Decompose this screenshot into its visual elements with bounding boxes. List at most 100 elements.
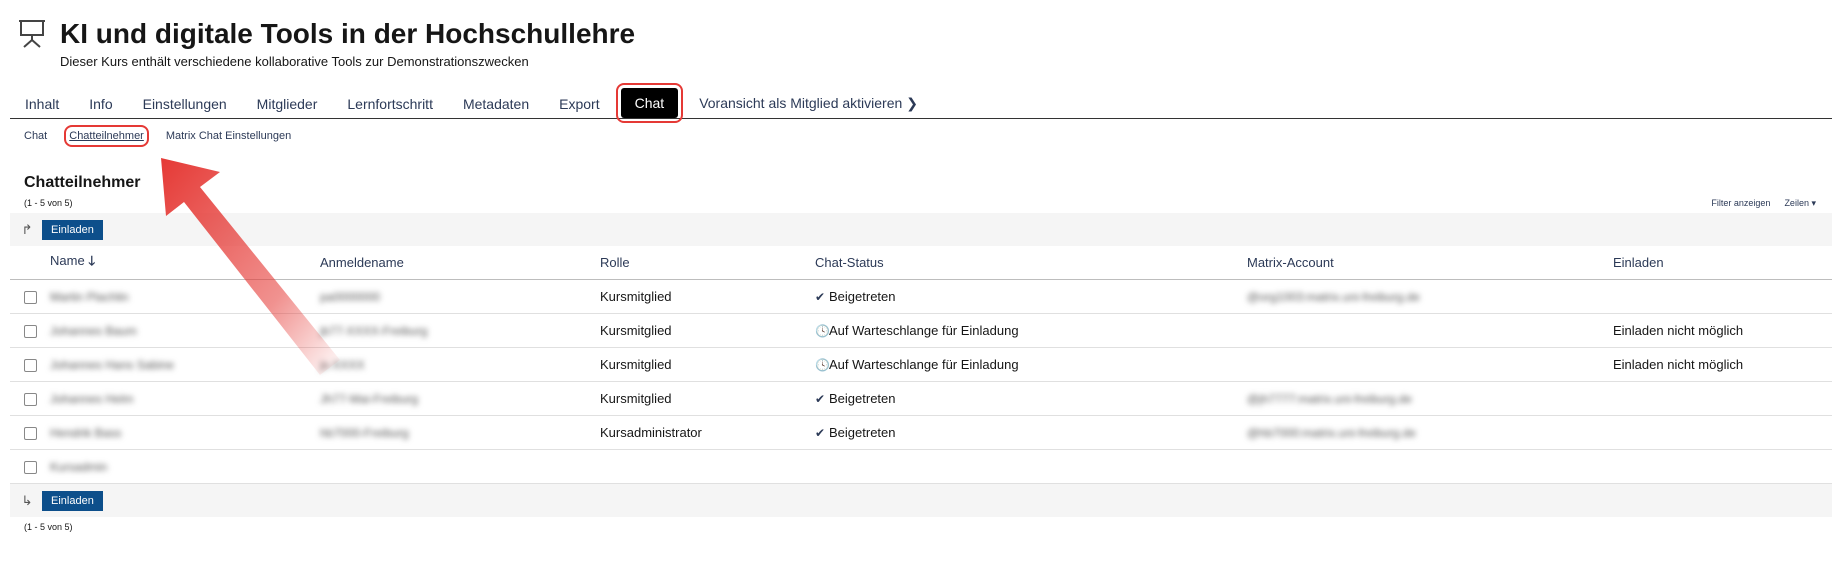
blurred-name: Johannes Baum <box>50 324 137 338</box>
blurred-name: Johannes Helm <box>50 392 134 406</box>
cell-status: ✔ Beigetreten <box>815 381 1247 416</box>
clock-icon: 🕓 <box>815 324 830 338</box>
blurred-name: Martin Plachlin <box>50 290 129 304</box>
tab-export[interactable]: Export <box>544 96 614 118</box>
cell-role: Kursmitglied <box>600 313 815 348</box>
subtab-chat[interactable]: Chat <box>24 130 47 142</box>
tab-info[interactable]: Info <box>74 96 127 118</box>
cell-invite: Einladen nicht möglich <box>1613 347 1832 382</box>
cell-status: ✔ Beigetreten <box>815 279 1247 314</box>
blurred-login: pa0000000 <box>320 290 381 304</box>
cell-matrix: @jh7777:matrix.uni-freiburg.de <box>1247 381 1613 416</box>
column-header-matrix-account[interactable]: Matrix-Account <box>1247 246 1613 280</box>
row-checkbox-cell <box>10 381 50 416</box>
status-text: Beigetreten <box>829 425 896 440</box>
cell-invite <box>1613 381 1832 416</box>
blurred-login: js-XXXX <box>320 358 365 372</box>
invite-button-bottom[interactable]: Einladen <box>42 490 103 511</box>
clock-icon: 🕓 <box>815 358 830 372</box>
cell-status <box>815 449 1247 484</box>
tab-chat[interactable]: Chat <box>615 83 684 123</box>
column-header-name-label: Name <box>50 252 85 268</box>
main-tabs: Inhalt Info Einstellungen Mitglieder Ler… <box>10 83 1832 123</box>
row-checkbox[interactable] <box>23 393 37 407</box>
action-bar-top: ↱ Einladen <box>10 213 1832 246</box>
chevron-right-icon: ❯ <box>906 95 919 111</box>
column-header-chat-status[interactable]: Chat-Status <box>815 246 1247 280</box>
cell-invite: Einladen nicht möglich <box>1613 313 1832 348</box>
arrow-up-right-icon: ↱ <box>21 221 33 237</box>
filter-toggle-link[interactable]: Filter anzeigen <box>1711 198 1770 209</box>
rows-dropdown-label: Zeilen <box>1784 198 1809 208</box>
cell-role: Kursmitglied <box>600 347 815 382</box>
blurred-login: Jh77-Mai-Freiburg <box>320 392 419 406</box>
cell-name: Hendrik Bass <box>50 415 320 450</box>
table-row: Hendrik Bass hb7000-Freiburg Kursadminis… <box>10 415 1832 450</box>
status-text: Auf Warteschlange für Einladung <box>829 323 1019 338</box>
table-row: Johannes Hans Sabine js-XXXX Kursmitglie… <box>10 347 1832 382</box>
row-checkbox-cell <box>10 279 50 314</box>
tab-einstellungen[interactable]: Einstellungen <box>128 96 242 118</box>
result-count-top: (1 - 5 von 5) <box>24 198 73 208</box>
cell-login: js-XXXX <box>320 347 600 382</box>
page-title: KI und digitale Tools in der Hochschulle… <box>60 18 636 49</box>
table-row: Kursadmin <box>10 449 1832 484</box>
sort-arrow-down-icon: 🡓 <box>88 252 96 268</box>
cell-login: hb7000-Freiburg <box>320 415 600 450</box>
header-checkbox-cell <box>10 246 50 280</box>
column-header-einladen: Einladen <box>1613 246 1832 280</box>
row-checkbox[interactable] <box>23 359 37 373</box>
column-header-name[interactable]: Name 🡓 <box>50 246 320 280</box>
cell-matrix <box>1247 347 1613 382</box>
presentation-board-icon <box>19 20 45 48</box>
cell-status: 🕓Auf Warteschlange für Einladung <box>815 347 1247 382</box>
tab-lernfortschritt[interactable]: Lernfortschritt <box>332 96 448 118</box>
table-row: Martin Plachlin pa0000000 Kursmitglied ✔… <box>10 279 1832 314</box>
status-text: Beigetreten <box>829 289 896 304</box>
result-count-bottom: (1 - 5 von 5) <box>24 522 73 532</box>
cell-invite <box>1613 449 1832 484</box>
cell-login <box>320 449 600 484</box>
row-checkbox[interactable] <box>23 291 37 305</box>
cell-name: Johannes Helm <box>50 381 320 416</box>
tab-voransicht-label: Voransicht als Mitglied aktivieren <box>699 95 903 111</box>
blurred-name: Hendrik Bass <box>50 426 122 440</box>
blurred-login: jb77-XXXX-Freiburg <box>320 324 428 338</box>
column-header-anmeldename[interactable]: Anmeldename <box>320 246 600 280</box>
arrow-down-right-icon: ↳ <box>21 492 33 508</box>
cell-login: Jh77-Mai-Freiburg <box>320 381 600 416</box>
blurred-name: Kursadmin <box>50 460 108 474</box>
tab-metadaten[interactable]: Metadaten <box>448 96 544 118</box>
blurred-login: hb7000-Freiburg <box>320 426 409 440</box>
cell-matrix <box>1247 313 1613 348</box>
status-text: Beigetreten <box>829 391 896 406</box>
cell-role: Kursmitglied <box>600 381 815 416</box>
cell-matrix <box>1247 449 1613 484</box>
row-checkbox[interactable] <box>23 427 37 441</box>
invite-button-top[interactable]: Einladen <box>42 219 103 240</box>
cell-role <box>600 449 815 484</box>
section-title: Chatteilnehmer <box>24 174 141 191</box>
row-checkbox[interactable] <box>23 461 37 475</box>
subtab-matrix-chat-einstellungen[interactable]: Matrix Chat Einstellungen <box>166 130 291 142</box>
cell-login: jb77-XXXX-Freiburg <box>320 313 600 348</box>
tab-inhalt[interactable]: Inhalt <box>10 96 74 118</box>
subtab-chatteilnehmer[interactable]: Chatteilnehmer <box>64 125 149 147</box>
rows-dropdown[interactable]: Zeilen ▾ <box>1784 198 1816 209</box>
cell-name: Johannes Hans Sabine <box>50 347 320 382</box>
row-checkbox[interactable] <box>23 325 37 339</box>
tab-voransicht[interactable]: Voransicht als Mitglied aktivieren ❯ <box>684 95 933 118</box>
blurred-matrix: @hb7000:matrix.uni-freiburg.de <box>1247 426 1416 440</box>
cell-name: Johannes Baum <box>50 313 320 348</box>
caret-down-icon: ▾ <box>1811 198 1816 208</box>
cell-status: 🕓Auf Warteschlange für Einladung <box>815 313 1247 348</box>
tab-mitglieder[interactable]: Mitglieder <box>242 96 333 118</box>
sub-tabs: Chat Chatteilnehmer Matrix Chat Einstell… <box>24 125 313 147</box>
cell-name: Kursadmin <box>50 449 320 484</box>
table-row: Johannes Baum jb77-XXXX-Freiburg Kursmit… <box>10 313 1832 348</box>
check-icon: ✔ <box>815 426 826 440</box>
column-header-rolle[interactable]: Rolle <box>600 246 815 280</box>
cell-invite <box>1613 415 1832 450</box>
page-description: Dieser Kurs enthält verschiedene kollabo… <box>60 54 529 69</box>
cell-matrix: @hb7000:matrix.uni-freiburg.de <box>1247 415 1613 450</box>
